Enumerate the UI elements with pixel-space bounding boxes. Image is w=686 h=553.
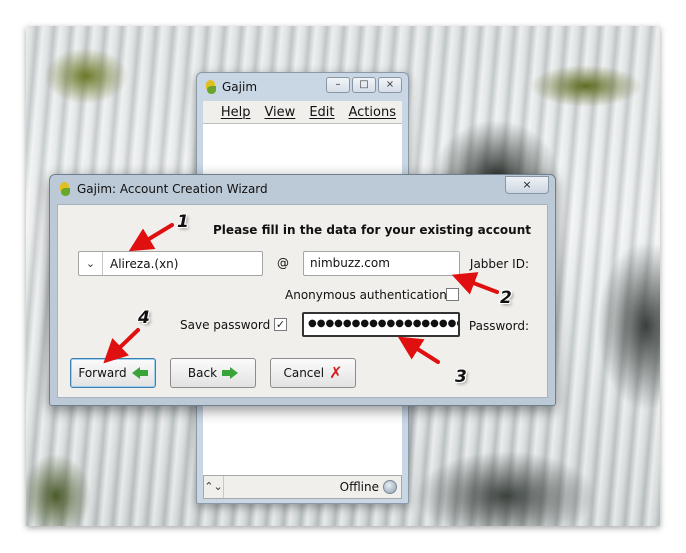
anonymous-auth-checkbox[interactable] <box>446 288 459 301</box>
chevron-down-icon[interactable]: ⌄ <box>79 252 103 275</box>
red-x-icon: ✗ <box>329 363 343 382</box>
cancel-button-label: Cancel <box>283 366 325 380</box>
wizard-close-button[interactable]: × <box>505 176 549 194</box>
maximize-button[interactable]: □ <box>352 77 376 93</box>
back-button-label: Back <box>187 366 218 380</box>
roster-window-controls: – □ × <box>326 77 402 93</box>
save-password-checkbox[interactable]: ✓ <box>274 318 287 331</box>
account-creation-wizard: Gajim: Account Creation Wizard × Please … <box>49 174 556 406</box>
save-password-label: Save password <box>180 318 271 332</box>
wizard-title: Gajim: Account Creation Wizard <box>77 182 268 196</box>
annotation-number-4: 4 <box>138 308 150 328</box>
username-combo[interactable]: ⌄ Alireza.(xn) <box>78 251 263 276</box>
password-field[interactable]: ●●●●●●●●●●●●●●●●●●● <box>302 312 460 337</box>
arrow-left-icon <box>131 367 148 379</box>
at-sign: @ <box>277 256 289 270</box>
menu-view[interactable]: View <box>264 105 295 120</box>
anonymous-auth-label: Anonymous authentication <box>285 288 447 302</box>
close-button[interactable]: × <box>378 77 402 93</box>
wizard-titlebar[interactable]: Gajim: Account Creation Wizard <box>50 175 555 203</box>
minimize-button[interactable]: – <box>326 77 350 93</box>
server-field[interactable]: nimbuzz.com <box>303 251 460 276</box>
jabber-id-label: Jabber ID: <box>469 257 529 271</box>
status-selector[interactable]: ⌃⌄ Offline <box>203 475 402 499</box>
arrow-right-icon <box>222 367 239 379</box>
wizard-heading: Please fill in the data for your existin… <box>213 223 531 237</box>
username-field[interactable]: Alireza.(xn) <box>103 257 178 271</box>
wizard-body: Please fill in the data for your existin… <box>57 204 548 398</box>
password-label: Password: <box>468 319 529 333</box>
back-button[interactable]: Back <box>170 358 256 388</box>
screenshot-stage: Gajim – □ × Help View Edit Actions ⌃⌄ Of… <box>0 0 686 553</box>
annotation-number-2: 2 <box>500 288 512 308</box>
menu-edit[interactable]: Edit <box>309 105 334 120</box>
annotation-number-3: 3 <box>455 367 467 387</box>
menu-actions[interactable]: Actions <box>349 105 397 120</box>
roster-window-title: Gajim <box>222 80 258 94</box>
forward-button-label: Forward <box>78 366 127 380</box>
annotation-number-1: 1 <box>177 212 189 232</box>
menu-help[interactable]: Help <box>221 105 251 120</box>
status-label: Offline <box>339 480 379 494</box>
roster-menubar: Help View Edit Actions <box>203 101 402 123</box>
cancel-button[interactable]: Cancel ✗ <box>270 358 356 388</box>
status-spinner-icon[interactable]: ⌃⌄ <box>204 476 224 498</box>
forward-button[interactable]: Forward <box>70 358 156 388</box>
offline-status-icon <box>383 480 397 494</box>
gajim-leaf-icon <box>205 80 217 94</box>
gajim-leaf-icon <box>59 182 71 196</box>
